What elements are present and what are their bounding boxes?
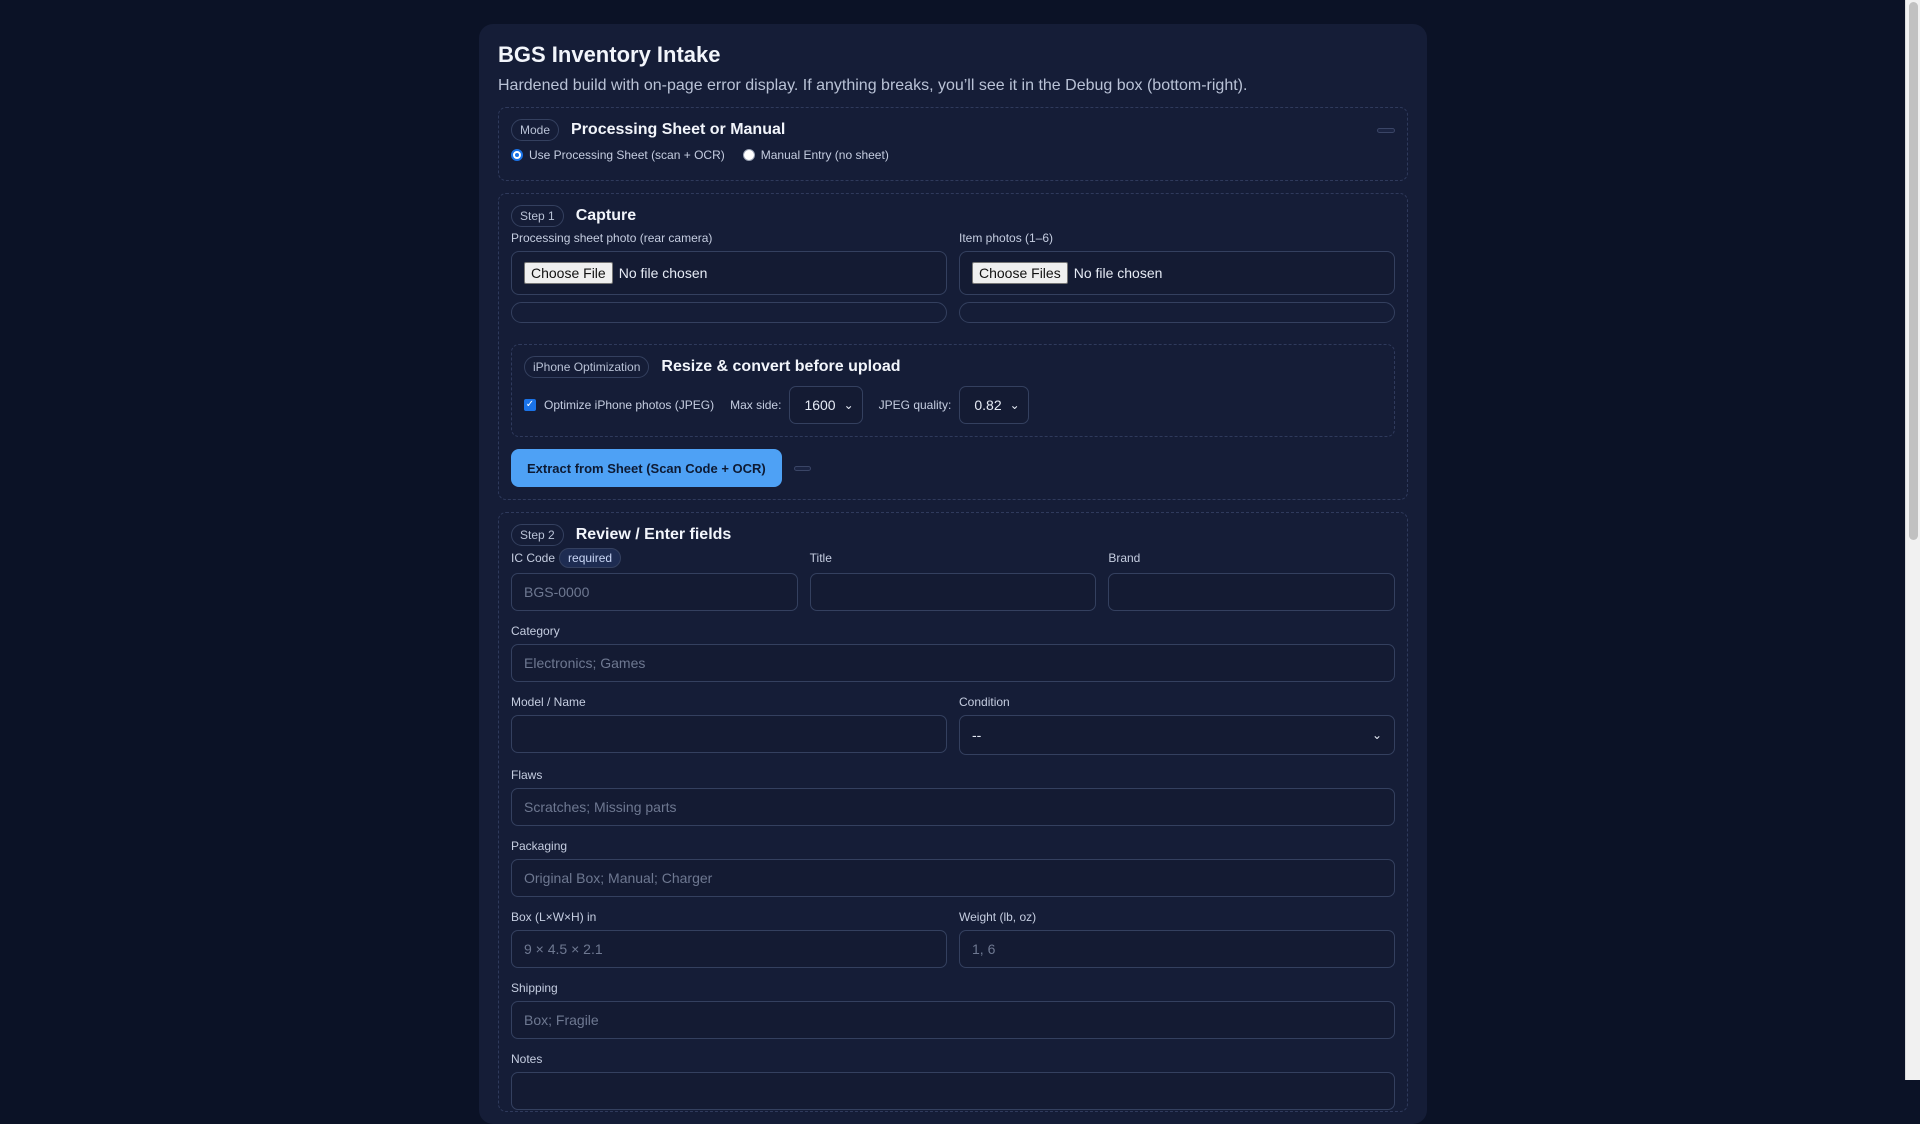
box-dimensions-label: Box (L×W×H) in bbox=[511, 910, 597, 924]
choose-file-button[interactable]: Choose File bbox=[524, 262, 613, 284]
box-dimensions-input[interactable]: 9 × 4.5 × 2.1 bbox=[511, 930, 947, 968]
jpeg-quality-value: 0.82 bbox=[974, 397, 1002, 413]
category-label: Category bbox=[511, 624, 560, 638]
model-name-label: Model / Name bbox=[511, 695, 586, 709]
iphone-optimization-section: iPhone Optimization Resize & convert bef… bbox=[511, 344, 1395, 437]
step2-title: Review / Enter fields bbox=[575, 526, 732, 543]
ic-code-input[interactable]: BGS-0000 bbox=[511, 573, 798, 611]
mode-section: Mode Processing Sheet or Manual Use Proc… bbox=[498, 107, 1408, 181]
mode-title: Processing Sheet or Manual bbox=[571, 121, 786, 138]
notes-input[interactable] bbox=[511, 1072, 1395, 1110]
jpeg-quality-select[interactable]: 0.82 ⌄ bbox=[959, 386, 1029, 424]
max-side-label: Max side: bbox=[730, 398, 782, 412]
iphone-optimization-pill: iPhone Optimization bbox=[524, 356, 650, 378]
choose-files-button[interactable]: Choose Files bbox=[972, 262, 1068, 284]
sheet-photo-label: Processing sheet photo (rear camera) bbox=[511, 231, 713, 245]
required-badge: required bbox=[559, 548, 622, 568]
sheet-preview-bar bbox=[511, 302, 947, 323]
optimize-checkbox[interactable]: ✓ bbox=[524, 399, 536, 411]
jpeg-quality-label: JPEG quality: bbox=[878, 398, 952, 412]
page-scrollbar[interactable] bbox=[1905, 0, 1920, 1080]
shipping-label: Shipping bbox=[511, 981, 558, 995]
chevron-down-icon: ⌄ bbox=[1009, 398, 1020, 412]
packaging-input[interactable]: Original Box; Manual; Charger bbox=[511, 859, 1395, 897]
secondary-mini-button[interactable] bbox=[793, 465, 811, 471]
condition-value: -- bbox=[972, 727, 982, 743]
sheet-file-status: No file chosen bbox=[618, 265, 708, 281]
condition-label: Condition bbox=[959, 695, 1010, 709]
title-input[interactable] bbox=[809, 573, 1097, 611]
intake-card: BGS Inventory Intake Hardened build with… bbox=[479, 24, 1427, 1124]
mode-pill: Mode bbox=[511, 119, 560, 141]
sheet-photo-input[interactable]: Choose File No file chosen bbox=[511, 251, 947, 295]
condition-select[interactable]: -- ⌄ bbox=[959, 715, 1395, 755]
item-photos-input[interactable]: Choose Files No file chosen bbox=[959, 251, 1395, 295]
weight-input[interactable]: 1, 6 bbox=[959, 930, 1395, 968]
step2-section: Step 2 Review / Enter fields IC Code req… bbox=[498, 512, 1408, 1112]
iphone-optimization-title: Resize & convert before upload bbox=[661, 358, 901, 375]
step1-section: Step 1 Capture Processing sheet photo (r… bbox=[498, 193, 1408, 500]
shipping-input[interactable]: Box; Fragile bbox=[511, 1001, 1395, 1039]
brand-label: Brand bbox=[1108, 551, 1141, 565]
chevron-down-icon: ⌄ bbox=[843, 398, 854, 412]
page-subtitle: Hardened build with on-page error displa… bbox=[498, 77, 1248, 94]
mode-collapse-button[interactable] bbox=[1377, 128, 1395, 133]
radio-manual-entry[interactable]: Manual Entry (no sheet) bbox=[742, 148, 889, 162]
flaws-label: Flaws bbox=[511, 768, 543, 782]
ic-code-label: IC Code bbox=[511, 551, 556, 565]
max-side-value: 1600 bbox=[804, 397, 836, 413]
radio-selected-icon[interactable] bbox=[511, 149, 523, 161]
notes-label: Notes bbox=[511, 1052, 543, 1066]
category-input[interactable]: Electronics; Games bbox=[511, 644, 1395, 682]
brand-input[interactable] bbox=[1108, 573, 1395, 611]
model-name-input[interactable] bbox=[511, 715, 947, 753]
extract-from-sheet-button[interactable]: Extract from Sheet (Scan Code + OCR) bbox=[511, 449, 782, 487]
radio-manual-entry-label: Manual Entry (no sheet) bbox=[760, 148, 889, 162]
item-photos-label: Item photos (1–6) bbox=[959, 231, 1054, 245]
optimize-checkbox-label: Optimize iPhone photos (JPEG) bbox=[544, 398, 715, 412]
items-preview-bar bbox=[959, 302, 1395, 323]
radio-processing-sheet[interactable]: Use Processing Sheet (scan + OCR) bbox=[511, 148, 725, 162]
page-title: BGS Inventory Intake bbox=[498, 42, 721, 67]
chevron-down-icon: ⌄ bbox=[1371, 728, 1382, 742]
scrollbar-thumb[interactable] bbox=[1909, 2, 1918, 540]
flaws-input[interactable]: Scratches; Missing parts bbox=[511, 788, 1395, 826]
max-side-select[interactable]: 1600 ⌄ bbox=[789, 386, 863, 424]
step1-title: Capture bbox=[575, 207, 637, 224]
radio-processing-sheet-label: Use Processing Sheet (scan + OCR) bbox=[529, 148, 725, 162]
step1-pill: Step 1 bbox=[511, 205, 564, 227]
step2-pill: Step 2 bbox=[511, 524, 564, 546]
item-files-status: No file chosen bbox=[1073, 265, 1163, 281]
packaging-label: Packaging bbox=[511, 839, 568, 853]
radio-unselected-icon[interactable] bbox=[742, 149, 755, 161]
title-label: Title bbox=[809, 551, 832, 565]
weight-label: Weight (lb, oz) bbox=[959, 910, 1037, 924]
